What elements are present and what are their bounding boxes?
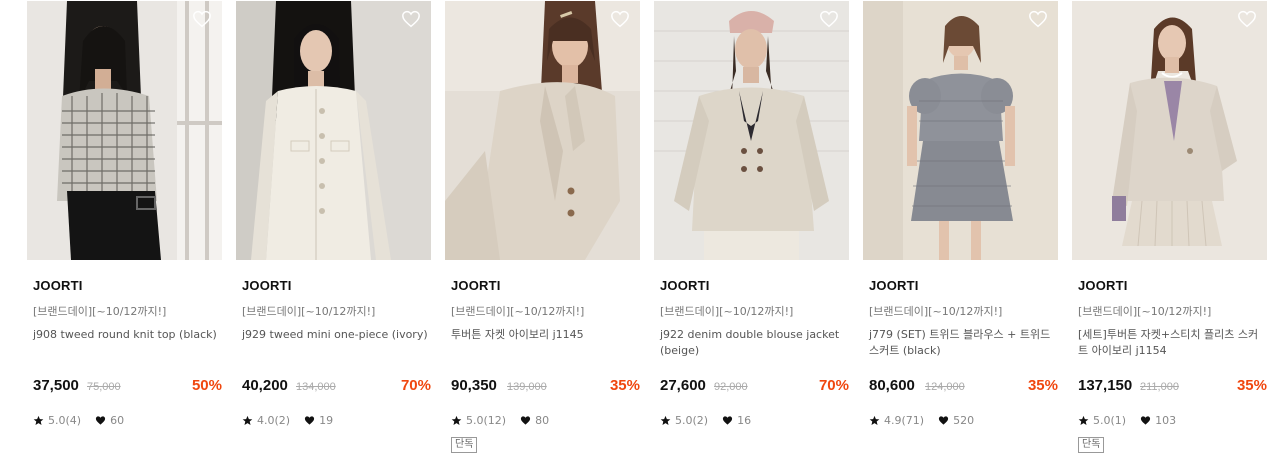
discount-rate: 50% [191,377,222,394]
sale-price: 137,150 [1078,377,1133,394]
brand-name[interactable]: JOORTI [660,278,710,293]
promo-label: [브랜드데이][~10/12까지!] [451,305,585,318]
product-image[interactable] [1072,1,1267,260]
rating-text: 4.9(71) [884,413,925,427]
brand-name[interactable]: JOORTI [33,278,83,293]
discount-rate: 35% [1236,377,1267,394]
discount-rate: 70% [400,377,431,394]
star-icon [242,415,253,425]
review-meta: 4.9(71) 520 [869,412,974,428]
rating-text: 5.0(4) [48,413,82,427]
star-icon [660,415,671,425]
product-name[interactable]: j922 denim double blouse jacket (beige) [660,327,848,359]
product-image[interactable] [863,1,1058,260]
product-grid: JOORTI [브랜드데이][~10/12까지!] j908 tweed rou… [27,1,1271,476]
heart-filled-icon [304,415,315,425]
original-price: 124,000 [925,381,965,393]
like-count: 80 [535,413,550,427]
like-count: 103 [1155,413,1177,427]
product-image[interactable] [27,1,222,260]
model-ivory-jacket-photo [445,1,640,260]
rating-text: 5.0(1) [1093,413,1127,427]
product-name[interactable]: j929 tweed mini one-piece (ivory) [242,327,430,343]
original-price: 92,000 [714,381,748,393]
original-price: 75,000 [87,381,121,393]
model-tweed-knit-top-photo [27,1,222,260]
brand-name[interactable]: JOORTI [242,278,292,293]
discount-rate: 35% [609,377,640,394]
model-tweed-set-photo [863,1,1058,260]
rating-text: 4.0(2) [257,413,291,427]
promo-label: [브랜드데이][~10/12까지!] [660,305,794,318]
star-icon [451,415,462,425]
wishlist-heart-icon[interactable] [819,10,839,28]
promo-label: [브랜드데이][~10/12까지!] [242,305,376,318]
review-meta: 4.0(2) 19 [242,412,333,428]
heart-filled-icon [95,415,106,425]
product-image[interactable] [654,1,849,260]
product-name[interactable]: [세트]투버튼 자켓+스티치 플리츠 스커트 아이보리 j1154 [1078,327,1266,359]
review-meta: 5.0(1) 103 [1078,412,1176,428]
brand-name[interactable]: JOORTI [1078,278,1128,293]
review-meta: 5.0(12) 80 [451,412,549,428]
product-name[interactable]: 투버튼 자켓 아이보리 j1145 [451,327,639,343]
brand-name[interactable]: JOORTI [451,278,501,293]
sale-price: 27,600 [660,377,706,394]
like-count: 16 [737,413,752,427]
product-card[interactable]: JOORTI [브랜드데이][~10/12까지!] j779 (SET) 트위드… [863,1,1058,476]
star-icon [1078,415,1089,425]
star-icon [869,415,880,425]
heart-filled-icon [722,415,733,425]
review-meta: 5.0(2) 16 [660,412,751,428]
discount-rate: 70% [818,377,849,394]
like-count: 19 [319,413,334,427]
product-name[interactable]: j779 (SET) 트위드 블라우스 + 트위드 스커트 (black) [869,327,1057,359]
product-card[interactable]: JOORTI [브랜드데이][~10/12까지!] 투버튼 자켓 아이보리 j1… [445,1,640,476]
product-card[interactable]: JOORTI [브랜드데이][~10/12까지!] [세트]투버튼 자켓+스티치… [1072,1,1267,476]
sale-price: 90,350 [451,377,497,394]
wishlist-heart-icon[interactable] [401,10,421,28]
original-price: 211,000 [1140,381,1179,393]
promo-label: [브랜드데이][~10/12까지!] [869,305,1003,318]
rating-text: 5.0(12) [466,413,507,427]
promo-label: [브랜드데이][~10/12까지!] [1078,305,1212,318]
promo-label: [브랜드데이][~10/12까지!] [33,305,167,318]
product-card[interactable]: JOORTI [브랜드데이][~10/12까지!] j929 tweed min… [236,1,431,476]
heart-filled-icon [938,415,949,425]
rating-text: 5.0(2) [675,413,709,427]
original-price: 134,000 [296,381,336,393]
wishlist-heart-icon[interactable] [192,10,212,28]
star-icon [33,415,44,425]
like-count: 60 [110,413,125,427]
wishlist-heart-icon[interactable] [610,10,630,28]
product-image[interactable] [445,1,640,260]
product-name[interactable]: j908 tweed round knit top (black) [33,327,221,343]
sale-price: 40,200 [242,377,288,394]
sale-price: 37,500 [33,377,79,394]
product-image[interactable] [236,1,431,260]
exclusive-badge: 단독 [1078,437,1105,453]
wishlist-heart-icon[interactable] [1237,10,1257,28]
model-beige-denim-jacket-photo [654,1,849,260]
product-card[interactable]: JOORTI [브랜드데이][~10/12까지!] j908 tweed rou… [27,1,222,476]
discount-rate: 35% [1027,377,1058,394]
review-meta: 5.0(4) 60 [33,412,124,428]
exclusive-badge: 단독 [451,437,478,453]
like-count: 520 [953,413,975,427]
model-ivory-set-photo [1072,1,1267,260]
product-card[interactable]: JOORTI [브랜드데이][~10/12까지!] j922 denim dou… [654,1,849,476]
brand-name[interactable]: JOORTI [869,278,919,293]
original-price: 139,000 [507,381,547,393]
heart-filled-icon [520,415,531,425]
heart-filled-icon [1140,415,1151,425]
wishlist-heart-icon[interactable] [1028,10,1048,28]
sale-price: 80,600 [869,377,915,394]
model-ivory-one-piece-photo [236,1,431,260]
